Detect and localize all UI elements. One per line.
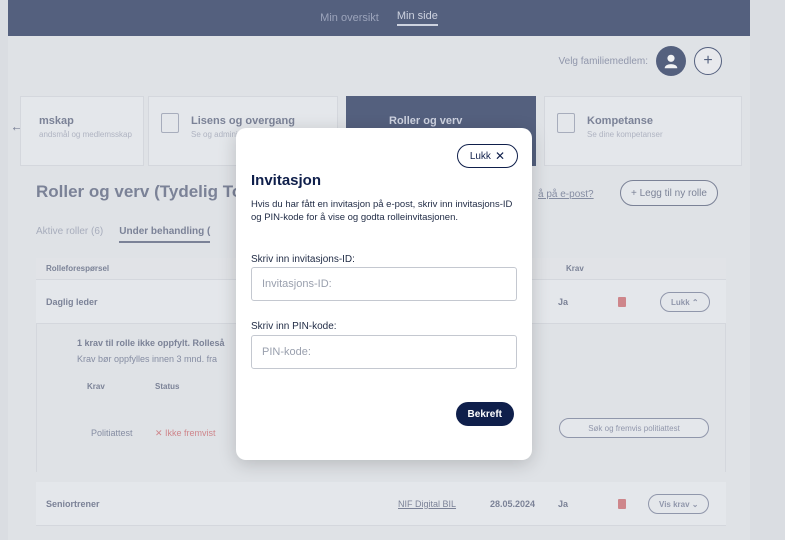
close-button[interactable]: Lukk ✕ — [456, 144, 518, 168]
invitation-modal: Lukk ✕ Invitasjon Hvis du har fått en in… — [236, 128, 532, 460]
pin-code-input[interactable] — [251, 335, 517, 369]
close-icon: ✕ — [494, 149, 505, 163]
close-label: Lukk — [469, 150, 491, 162]
modal-title: Invitasjon — [251, 172, 322, 189]
invitation-id-input[interactable] — [251, 267, 517, 301]
pin-code-label: Skriv inn PIN-kode: — [251, 321, 337, 332]
invitation-id-label: Skriv inn invitasjons-ID: — [251, 254, 355, 265]
confirm-button[interactable]: Bekreft — [455, 402, 514, 426]
modal-description: Hvis du har fått en invitasjon på e-post… — [251, 199, 513, 223]
